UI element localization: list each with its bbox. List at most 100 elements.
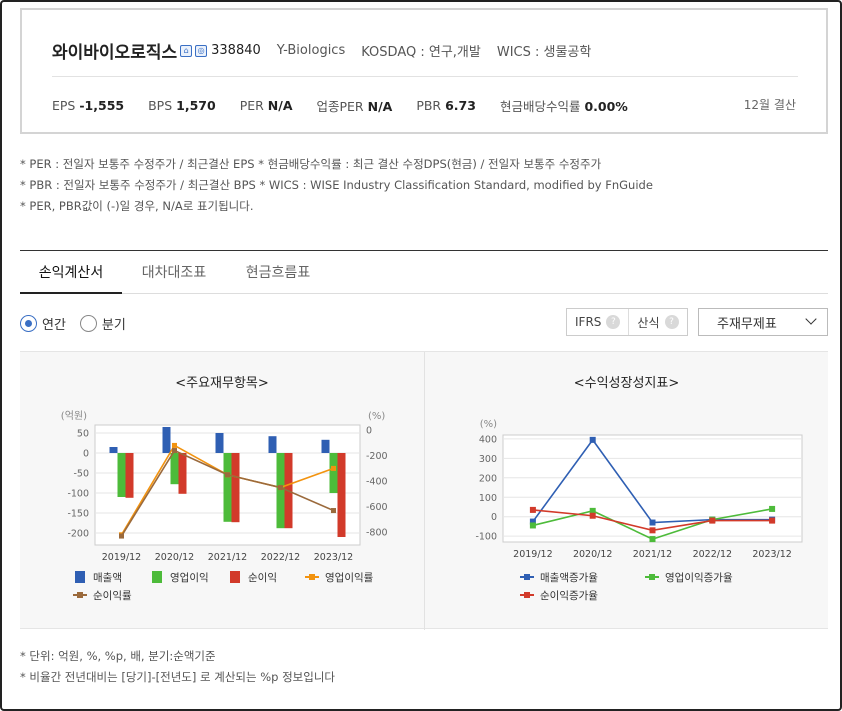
note-line: * PER, PBR값이 (-)일 경우, N/A로 표기됩니다. bbox=[20, 199, 254, 213]
point-영업이익증가율 bbox=[529, 522, 536, 529]
section-rule bbox=[20, 250, 828, 251]
stock-code: 338840 bbox=[211, 43, 261, 58]
left-axis-unit: (억원) bbox=[61, 410, 87, 422]
metric-dividend-yield: 현금배당수익률 0.00% bbox=[499, 99, 628, 114]
left-axis-unit: (%) bbox=[480, 419, 497, 430]
y-tick-label: -100 bbox=[475, 532, 497, 543]
bar-매출액 bbox=[215, 433, 224, 453]
point-순이익증가율 bbox=[709, 517, 716, 524]
formula-label: 산식 bbox=[637, 315, 660, 330]
english-name: Y-Biologics bbox=[276, 43, 346, 58]
tab-cash-flow[interactable]: 현금흐름표 bbox=[226, 258, 330, 293]
legend-swatch bbox=[309, 574, 315, 580]
growth-indicators-chart: (%) 400 300 200 100 0 -100 2019/12 2020/12 2021/1… bbox=[475, 419, 803, 602]
point-순이익률 bbox=[172, 448, 177, 454]
financial-items-chart: (억원) (%) 50 0 -50 -100 -150 -200 0 -200 -400 -600 -8… bbox=[61, 410, 388, 602]
x-tick-label: 2023/12 bbox=[752, 549, 791, 560]
annual-label: 연간 bbox=[42, 318, 66, 333]
statement-type-select[interactable]: 주재무제표 bbox=[698, 308, 828, 336]
bar-순이익 bbox=[337, 453, 346, 537]
footnotes: * 단위: 억원, %, %p, 배, 분기:순액기준 * 비율간 전년대비는 … bbox=[20, 646, 335, 688]
home-icon[interactable]: ⌂ bbox=[180, 44, 193, 57]
y-tick-label: 200 bbox=[479, 473, 497, 484]
legend-label: 영업이익 bbox=[170, 571, 209, 584]
point-순이익증가율 bbox=[589, 512, 596, 519]
legend-label: 순이익증가율 bbox=[540, 590, 598, 602]
ifrs-label: IFRS bbox=[575, 315, 602, 329]
help-icon[interactable]: ? bbox=[664, 315, 679, 329]
x-tick-label: 2019/12 bbox=[102, 552, 141, 563]
annual-radio[interactable] bbox=[20, 315, 37, 332]
y2-tick-label: -200 bbox=[366, 451, 388, 462]
formula-button[interactable]: 산식? bbox=[628, 309, 686, 335]
point-매출액증가율 bbox=[649, 519, 656, 526]
ifrs-button[interactable]: IFRS? bbox=[567, 309, 628, 335]
note-line: * PBR : 전일자 보통주 수정주가 / 최근결산 BPS * WICS :… bbox=[20, 178, 653, 192]
bar-순이익 bbox=[231, 453, 240, 523]
company-summary-box: 와이바이오로직스 ⌂ ◎ 338840 Y-Biologics KOSDAQ :… bbox=[20, 8, 828, 134]
chart-icon[interactable]: ◎ bbox=[195, 44, 208, 57]
bar-영업이익 bbox=[170, 453, 179, 485]
legend-label: 순이익률 bbox=[93, 590, 132, 602]
bar-순이익 bbox=[178, 453, 187, 494]
bar-순이익 bbox=[125, 453, 134, 498]
bar-영업이익 bbox=[223, 453, 232, 522]
note-line: * PER : 전일자 보통주 수정주가 / 최근결산 EPS * 현금배당수익… bbox=[20, 157, 602, 171]
legend-label: 영업이익률 bbox=[325, 571, 374, 584]
bar-영업이익 bbox=[276, 453, 285, 529]
point-순이익률 bbox=[119, 533, 124, 539]
y-tick-label: 100 bbox=[479, 493, 497, 504]
x-tick-label: 2022/12 bbox=[693, 549, 732, 560]
company-name: 와이바이오로직스 bbox=[52, 43, 178, 63]
x-tick-label: 2022/12 bbox=[261, 552, 300, 563]
point-순이익률 bbox=[225, 472, 230, 478]
point-순이익증가율 bbox=[529, 506, 536, 513]
summary-divider bbox=[52, 76, 798, 77]
bar-매출액 bbox=[268, 436, 277, 453]
standard-selector: IFRS? 산식? bbox=[566, 308, 688, 336]
bar-영업이익 bbox=[329, 453, 338, 493]
chevron-down-icon bbox=[805, 313, 817, 325]
legend-swatch bbox=[649, 574, 655, 580]
legend-label: 매출액증가율 bbox=[540, 572, 598, 584]
x-tick-label: 2020/12 bbox=[155, 552, 194, 563]
quarterly-radio[interactable] bbox=[79, 315, 97, 332]
tab-income-statement[interactable]: 손익계산서 bbox=[20, 258, 122, 294]
y-tick-label: -50 bbox=[73, 469, 89, 480]
legend-label: 영업이익증가율 bbox=[665, 571, 733, 584]
x-tick-label: 2020/12 bbox=[573, 549, 612, 560]
point-영업이익률 bbox=[331, 465, 336, 471]
point-순이익증가율 bbox=[769, 517, 776, 524]
y2-tick-label: 0 bbox=[366, 426, 372, 437]
page-content: 와이바이오로직스 ⌂ ◎ 338840 Y-Biologics KOSDAQ :… bbox=[10, 8, 832, 703]
company-title-row: 와이바이오로직스 ⌂ ◎ 338840 Y-Biologics KOSDAQ :… bbox=[52, 38, 591, 63]
select-value: 주재무제표 bbox=[717, 316, 777, 332]
footnote-line: * 비율간 전년대비는 [당기]-[전년도] 로 계산되는 %p 정보입니다 bbox=[20, 670, 335, 684]
legend-swatch bbox=[524, 592, 530, 598]
metric-eps: EPS -1,555 bbox=[52, 98, 125, 113]
period-toggle: 연간 분기 bbox=[20, 314, 126, 333]
y-tick-label: -150 bbox=[67, 509, 89, 520]
legend-swatch bbox=[77, 592, 83, 598]
y2-tick-label: -600 bbox=[366, 502, 388, 513]
y-tick-label: 400 bbox=[479, 434, 497, 445]
help-icon[interactable]: ? bbox=[606, 315, 621, 329]
y2-tick-label: -400 bbox=[366, 477, 388, 488]
charts-panel: <주요재무항목> <수익성장성지표> (억원) (%) 50 0 -50 -100 -150… bbox=[20, 351, 828, 630]
metric-bps: BPS 1,570 bbox=[148, 98, 216, 113]
legend-swatch bbox=[230, 571, 240, 583]
point-영업이익증가율 bbox=[769, 505, 776, 512]
legend-swatch bbox=[152, 571, 162, 583]
legend-label: 순이익 bbox=[248, 572, 277, 584]
y-tick-label: 0 bbox=[83, 449, 89, 460]
notes: * PER : 전일자 보통주 수정주가 / 최근결산 EPS * 현금배당수익… bbox=[20, 154, 653, 217]
point-영업이익률 bbox=[172, 442, 177, 448]
bar-매출액 bbox=[162, 427, 171, 453]
right-axis-unit: (%) bbox=[368, 411, 385, 422]
y-tick-label: 300 bbox=[479, 454, 497, 465]
plot-area bbox=[502, 434, 803, 543]
legend-swatch bbox=[75, 571, 85, 583]
tab-balance-sheet[interactable]: 대차대조표 bbox=[122, 258, 226, 293]
quarterly-label: 분기 bbox=[101, 318, 126, 333]
x-tick-label: 2021/12 bbox=[633, 549, 672, 560]
